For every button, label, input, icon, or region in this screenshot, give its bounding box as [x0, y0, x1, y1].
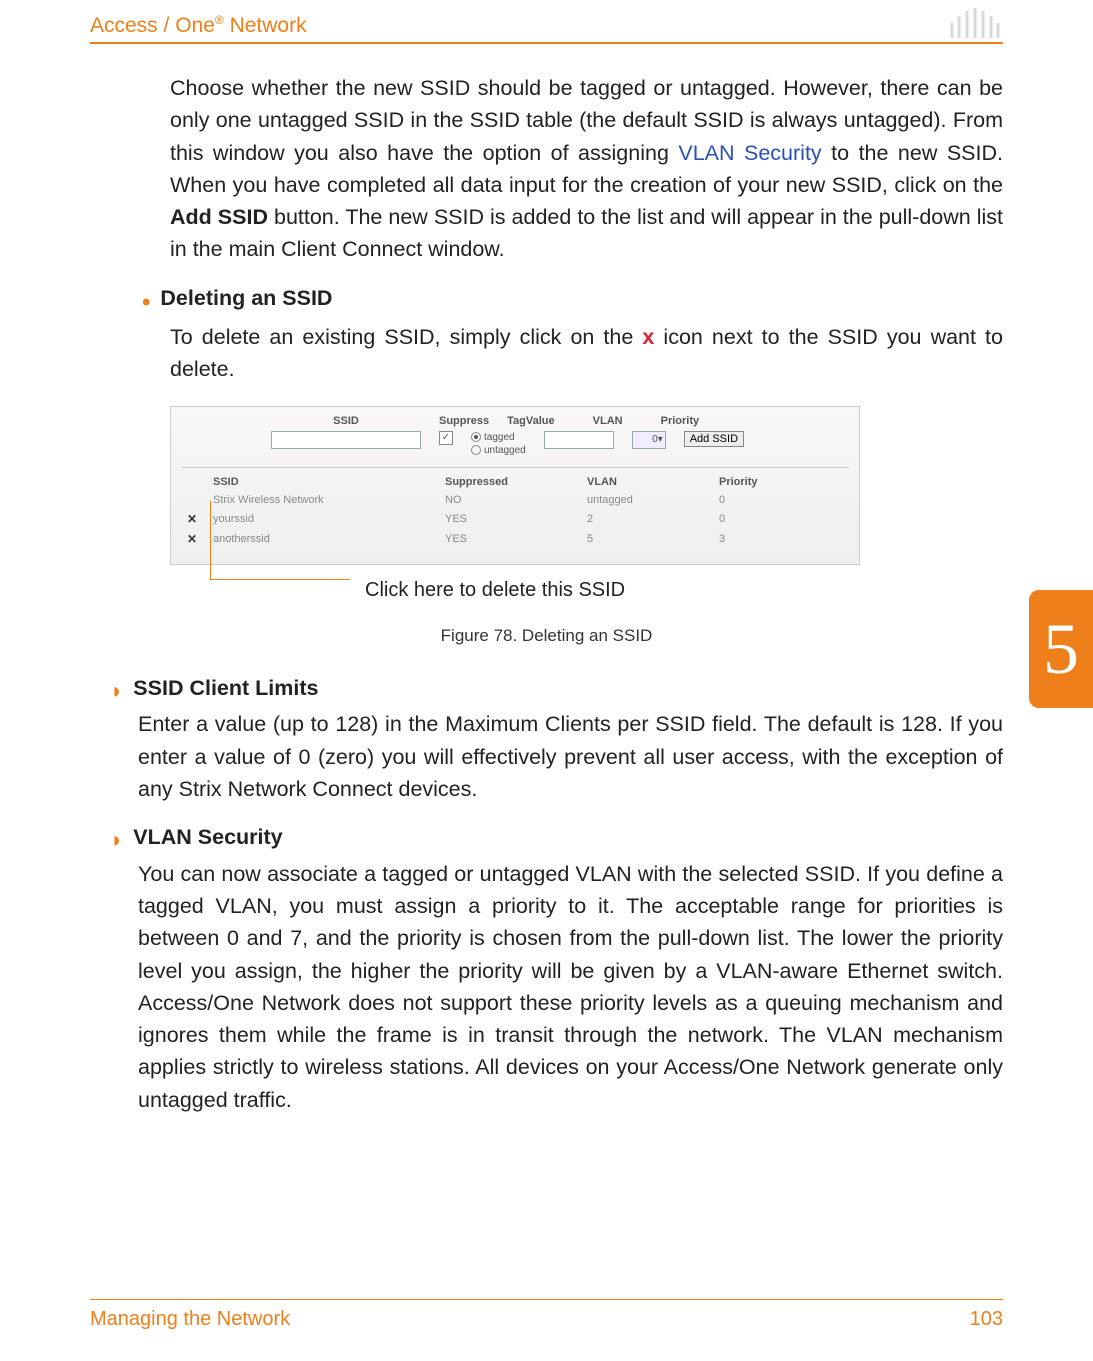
col-suppressed: Suppressed	[441, 474, 581, 490]
col-ssid: SSID	[209, 474, 439, 490]
vlan-security-body: You can now associate a tagged or untagg…	[138, 858, 1003, 1116]
delete-row-icon[interactable]: ✕	[183, 530, 207, 548]
brand-prefix: Access / One	[90, 14, 215, 37]
ssid-list-table: SSID Suppressed VLAN Priority Strix Wire…	[181, 472, 849, 550]
intro-paragraph: Choose whether the new SSID should be ta…	[170, 72, 1003, 266]
add-ssid-button[interactable]: Add SSID	[684, 431, 744, 447]
vlan-security-link[interactable]: VLAN Security	[678, 141, 821, 165]
bullet-icon: •	[142, 286, 150, 320]
fig-hdr-ssid: SSID	[271, 415, 421, 427]
callout-label: Click here to delete this SSID	[365, 579, 1003, 602]
fig-hdr-priority: Priority	[661, 415, 700, 427]
chapter-number: 5	[1043, 608, 1079, 691]
brand-reg: ®	[215, 13, 224, 27]
vlan-security-heading: VLAN Security	[133, 825, 282, 850]
figure-caption: Figure 78. Deleting an SSID	[90, 626, 1003, 646]
page-number: 103	[970, 1308, 1003, 1331]
brand-suffix: Network	[224, 14, 307, 37]
ssid-input[interactable]	[271, 431, 421, 449]
col-vlan: VLAN	[583, 474, 713, 490]
priority-select[interactable]: 0 ▾	[632, 431, 666, 449]
company-logo-icon	[947, 8, 1003, 38]
col-priority: Priority	[715, 474, 847, 490]
add-ssid-label: Add SSID	[170, 205, 268, 229]
callout-connector-icon	[210, 579, 350, 580]
ssid-client-limits-body: Enter a value (up to 128) in the Maximum…	[138, 708, 1003, 805]
footer-section-title: Managing the Network	[90, 1308, 290, 1331]
sub-bullet-icon: ◗	[110, 825, 123, 856]
deleting-ssid-body: To delete an existing SSID, simply click…	[170, 321, 1003, 386]
untagged-radio[interactable]	[471, 445, 481, 455]
callout-connector-icon	[210, 501, 211, 579]
chapter-tab: 5	[1029, 590, 1093, 708]
delete-row-icon[interactable]: ✕	[183, 510, 207, 528]
brand-title: Access / One® Network	[90, 13, 307, 38]
deleting-ssid-heading: Deleting an SSID	[160, 286, 332, 311]
vlan-input[interactable]	[544, 431, 614, 449]
ssid-client-limits-heading: SSID Client Limits	[133, 676, 318, 701]
tagged-radio[interactable]	[471, 432, 481, 442]
delete-row-icon[interactable]	[183, 492, 207, 508]
table-row: Strix Wireless Network NO untagged 0	[183, 492, 847, 508]
table-row: ✕ anotherssid YES 5 3	[183, 530, 847, 548]
fig-hdr-tagvalue: TagValue	[507, 415, 554, 427]
header-divider	[90, 42, 1003, 44]
fig-hdr-vlan: VLAN	[573, 415, 643, 427]
fig-hdr-suppress: Suppress	[439, 415, 489, 427]
sub-bullet-icon: ◗	[110, 676, 123, 707]
suppress-checkbox[interactable]: ✓	[439, 431, 453, 445]
footer-divider	[90, 1299, 1003, 1300]
table-row: ✕ yourssid YES 2 0	[183, 510, 847, 528]
figure-ssid-table: SSID Suppress TagValue VLAN Priority ✓ t…	[170, 406, 1003, 602]
delete-x-icon: x	[642, 325, 654, 349]
